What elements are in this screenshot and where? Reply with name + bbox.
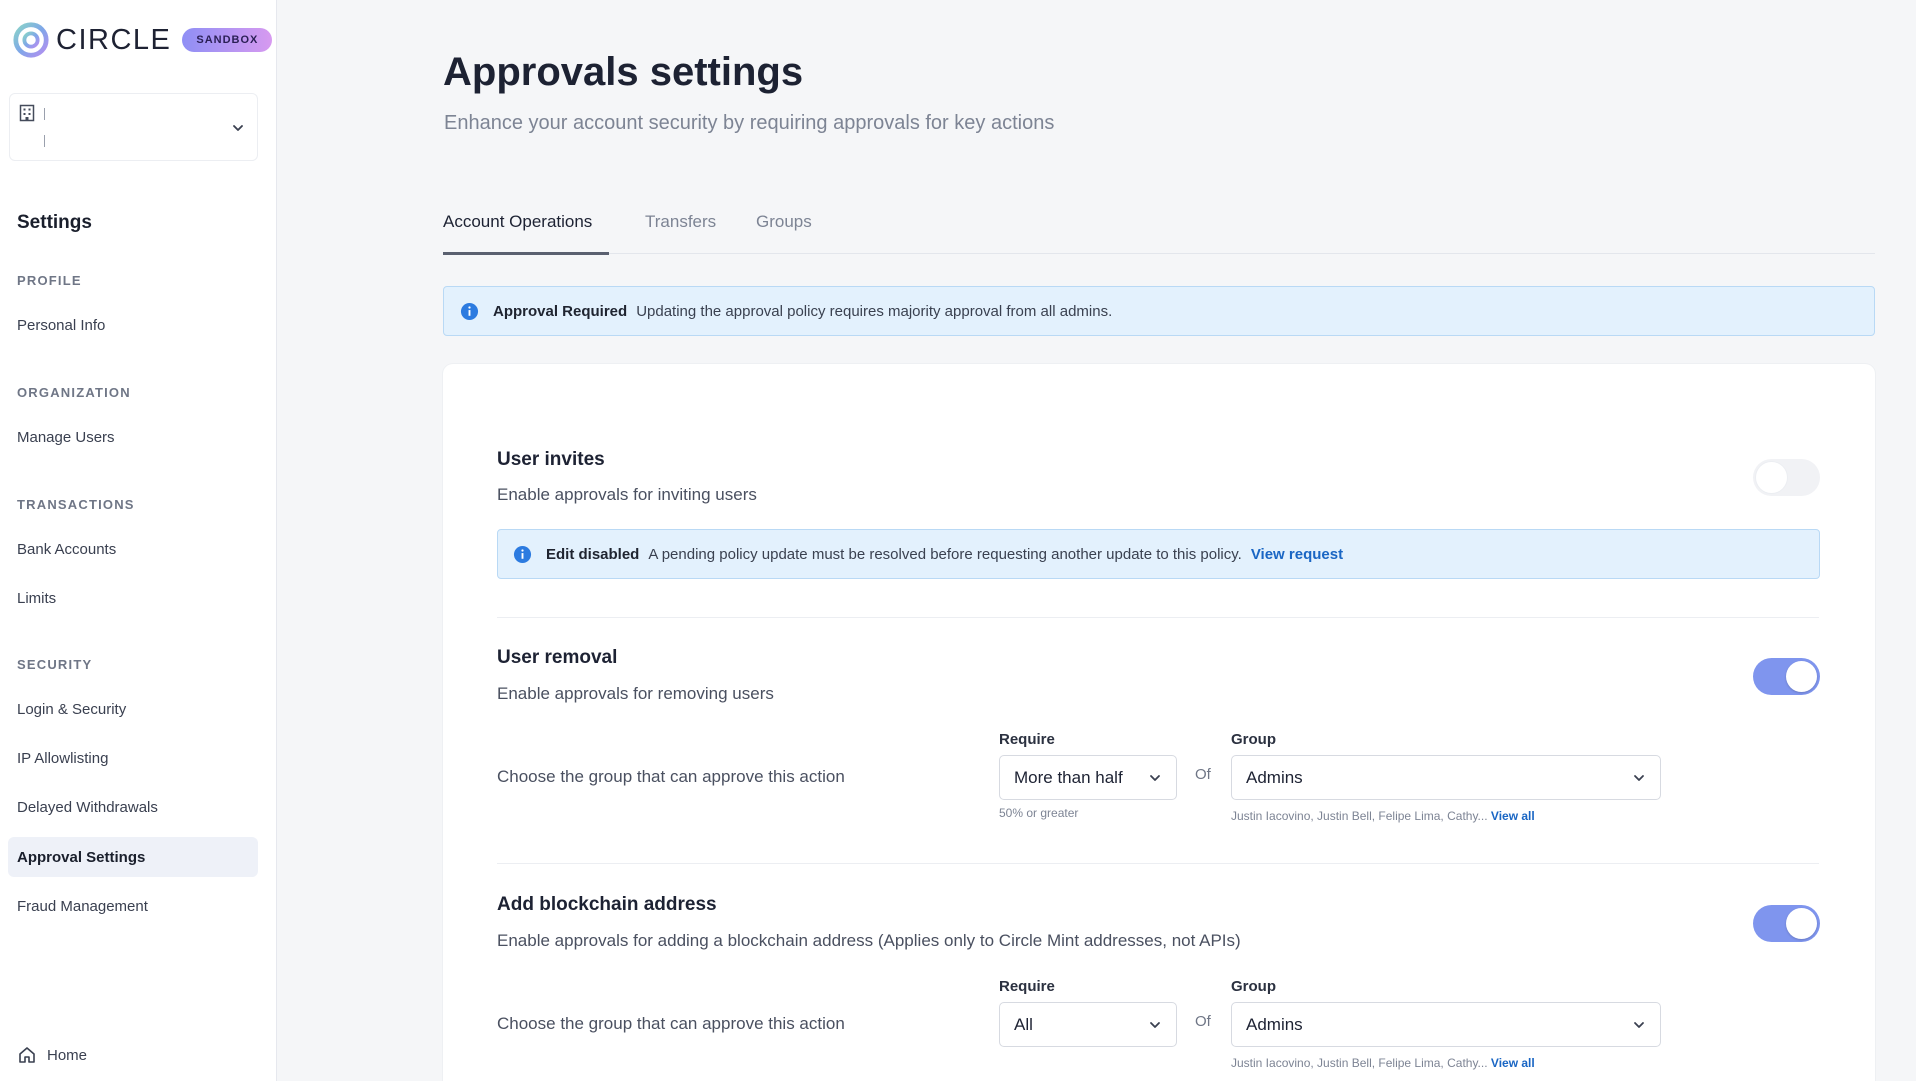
home-link[interactable]: Home bbox=[17, 1045, 87, 1065]
circle-logo-icon bbox=[13, 22, 49, 58]
group-members: Justin Iacovino, Justin Bell, Felipe Lim… bbox=[1231, 1056, 1535, 1070]
group-value: Admins bbox=[1246, 767, 1303, 787]
user-invites-description: Enable approvals for inviting users bbox=[497, 485, 757, 504]
user-removal-row-label: Choose the group that can approve this a… bbox=[497, 767, 845, 786]
user-invites-toggle[interactable] bbox=[1753, 459, 1820, 496]
sidebar-item-manage-users[interactable]: Manage Users bbox=[8, 417, 258, 457]
require-label: Require bbox=[999, 731, 1055, 748]
banner-text: A pending policy update must be resolved… bbox=[648, 545, 1242, 563]
sidebar-item-login-security[interactable]: Login & Security bbox=[8, 689, 258, 729]
banner-title: Edit disabled bbox=[546, 545, 640, 563]
add-blockchain-title: Add blockchain address bbox=[497, 894, 717, 915]
sidebar-item-approval-settings[interactable]: Approval Settings bbox=[8, 837, 258, 877]
info-icon bbox=[460, 302, 479, 320]
user-removal-description: Enable approvals for removing users bbox=[497, 684, 774, 703]
toggle-knob bbox=[1786, 908, 1817, 939]
toggle-knob bbox=[1786, 661, 1817, 692]
group-value: Admins bbox=[1246, 1014, 1303, 1034]
building-icon bbox=[19, 104, 35, 122]
sidebar-item-personal-info[interactable]: Personal Info bbox=[8, 305, 258, 345]
chevron-down-icon bbox=[1150, 775, 1160, 781]
add-blockchain-description: Enable approvals for adding a blockchain… bbox=[497, 931, 1241, 950]
brand-name: CIRCLE bbox=[56, 23, 172, 56]
group-select[interactable]: Admins bbox=[1231, 1002, 1661, 1047]
home-icon bbox=[19, 1047, 35, 1063]
toggle-knob bbox=[1756, 462, 1787, 493]
section-divider bbox=[497, 863, 1819, 864]
tab-groups[interactable]: Groups bbox=[756, 212, 812, 232]
require-value: More than half bbox=[1014, 767, 1123, 787]
policies-card bbox=[443, 364, 1875, 1081]
tab-bar: Account Operations Transfers Groups bbox=[443, 206, 1875, 255]
user-removal-title: User removal bbox=[497, 647, 618, 668]
of-label: Of bbox=[1195, 766, 1211, 783]
chevron-down-icon bbox=[1634, 775, 1644, 781]
view-all-link[interactable]: View all bbox=[1491, 809, 1535, 823]
org-name-placeholder bbox=[44, 108, 45, 120]
require-label: Require bbox=[999, 978, 1055, 995]
section-label-transactions: TRANSACTIONS bbox=[17, 497, 135, 512]
sandbox-badge: SANDBOX bbox=[182, 28, 273, 52]
brand-logo[interactable]: CIRCLE SANDBOX bbox=[12, 20, 273, 60]
require-hint: 50% or greater bbox=[999, 806, 1079, 820]
banner-text: Updating the approval policy requires ma… bbox=[636, 302, 1113, 320]
section-label-profile: PROFILE bbox=[17, 273, 82, 288]
sidebar-item-fraud-management[interactable]: Fraud Management bbox=[8, 886, 258, 926]
sidebar: CIRCLE SANDBOX Settings PROFILE Personal… bbox=[0, 0, 277, 1081]
members-list: Justin Iacovino, Justin Bell, Felipe Lim… bbox=[1231, 1056, 1488, 1070]
section-label-organization: ORGANIZATION bbox=[17, 385, 131, 400]
edit-disabled-banner: Edit disabled A pending policy update mu… bbox=[497, 529, 1820, 579]
add-blockchain-toggle[interactable] bbox=[1753, 905, 1820, 942]
view-all-link[interactable]: View all bbox=[1491, 1056, 1535, 1070]
sidebar-title: Settings bbox=[17, 212, 92, 233]
user-removal-toggle[interactable] bbox=[1753, 658, 1820, 695]
user-invites-title: User invites bbox=[497, 449, 605, 470]
sidebar-item-limits[interactable]: Limits bbox=[8, 578, 258, 618]
members-list: Justin Iacovino, Justin Bell, Felipe Lim… bbox=[1231, 809, 1488, 823]
chevron-down-icon bbox=[233, 125, 243, 131]
page-title: Approvals settings bbox=[443, 50, 804, 94]
section-divider bbox=[497, 617, 1819, 618]
group-members: Justin Iacovino, Justin Bell, Felipe Lim… bbox=[1231, 809, 1535, 823]
group-select[interactable]: Admins bbox=[1231, 755, 1661, 800]
group-label: Group bbox=[1231, 731, 1276, 748]
sidebar-item-bank-accounts[interactable]: Bank Accounts bbox=[8, 529, 258, 569]
chevron-down-icon bbox=[1150, 1022, 1160, 1028]
view-request-link[interactable]: View request bbox=[1251, 546, 1343, 563]
sidebar-item-ip-allowlisting[interactable]: IP Allowlisting bbox=[8, 738, 258, 778]
require-select[interactable]: All bbox=[999, 1002, 1177, 1047]
organization-selector[interactable] bbox=[9, 93, 258, 161]
org-id-placeholder bbox=[44, 135, 45, 147]
banner-title: Approval Required bbox=[493, 302, 628, 320]
info-icon bbox=[513, 545, 532, 563]
of-label: Of bbox=[1195, 1013, 1211, 1030]
tab-account-operations[interactable]: Account Operations bbox=[443, 212, 592, 232]
require-value: All bbox=[1014, 1014, 1033, 1034]
section-label-security: SECURITY bbox=[17, 657, 93, 672]
home-label: Home bbox=[47, 1046, 88, 1064]
tab-transfers[interactable]: Transfers bbox=[645, 212, 716, 232]
approval-required-banner: Approval Required Updating the approval … bbox=[443, 286, 1875, 336]
add-blockchain-row-label: Choose the group that can approve this a… bbox=[497, 1014, 845, 1033]
require-select[interactable]: More than half bbox=[999, 755, 1177, 800]
active-tab-indicator bbox=[443, 252, 609, 255]
chevron-down-icon bbox=[1634, 1022, 1644, 1028]
page-subtitle: Enhance your account security by requiri… bbox=[444, 112, 1055, 134]
sidebar-item-delayed-withdrawals[interactable]: Delayed Withdrawals bbox=[8, 787, 258, 827]
group-label: Group bbox=[1231, 978, 1276, 995]
